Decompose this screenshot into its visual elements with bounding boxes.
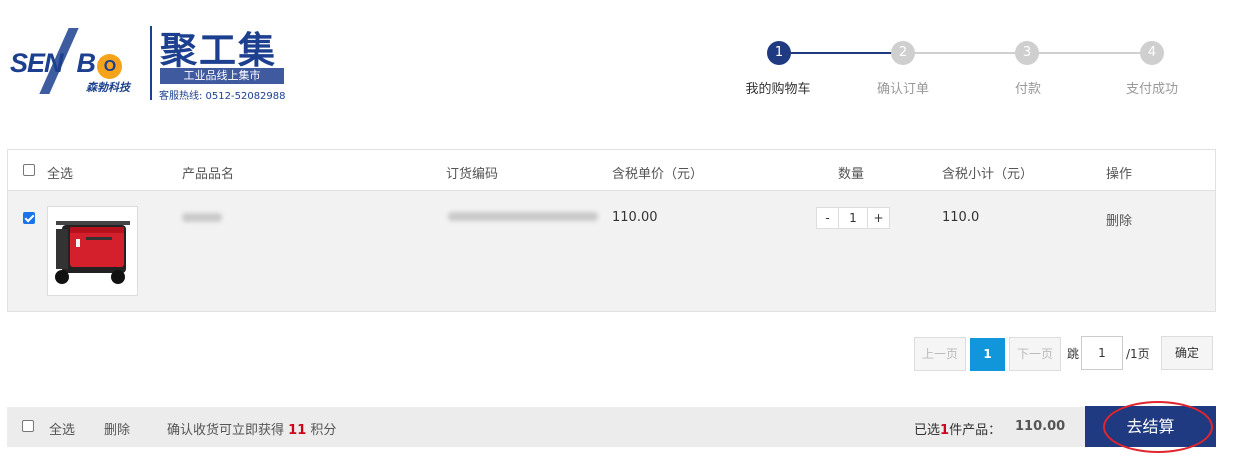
table-row: 110.00 - 1 + 110.0 删除 [8, 191, 1215, 311]
step-4-label: 支付成功 [1125, 82, 1178, 97]
generator-icon [55, 221, 130, 284]
step-3-circle: 3 [1015, 41, 1039, 65]
footer-select-all-label[interactable]: 全选 [49, 419, 75, 438]
cart-table: 全选 产品品名 订货编码 含税单价（元） 数量 含税小计（元） 操作 110.0… [7, 149, 1216, 312]
delete-link[interactable]: 删除 [1106, 210, 1132, 229]
select-all-checkbox[interactable] [23, 164, 35, 176]
highlight-ring [1103, 401, 1213, 453]
page-jump-input[interactable]: 1 [1081, 336, 1123, 370]
step-1-circle: 1 [767, 41, 791, 65]
step-connector [906, 52, 1030, 54]
column-unit-price: 含税单价（元） [612, 167, 704, 182]
page-1-button[interactable]: 1 [970, 338, 1005, 371]
order-code-blurred [448, 212, 598, 221]
points-info: 确认收货可立即获得 11 积分 [167, 419, 336, 438]
footer-delete-link[interactable]: 删除 [104, 419, 130, 438]
points-prefix: 确认收货可立即获得 [167, 423, 285, 438]
total-price: 110.00 [1015, 419, 1066, 434]
prev-page-button[interactable]: 上一页 [914, 337, 966, 371]
selected-count: 1 [940, 423, 950, 438]
qty-input[interactable]: 1 [838, 208, 868, 228]
product-image[interactable] [47, 206, 138, 296]
table-header: 全选 产品品名 订货编码 含税单价（元） 数量 含税小计（元） 操作 [8, 150, 1215, 191]
column-subtotal: 含税小计（元） [942, 167, 1034, 182]
select-all-label[interactable]: 全选 [47, 163, 73, 182]
selected-suffix: 件产品： [949, 423, 1002, 438]
footer-select-all-checkbox[interactable] [22, 420, 34, 432]
step-connector [782, 52, 906, 54]
column-order-code: 订货编码 [446, 167, 499, 182]
step-connector [1030, 52, 1154, 54]
points-suffix: 积分 [310, 423, 337, 438]
qty-plus-button[interactable]: + [868, 208, 889, 228]
step-1-label: 我的购物车 [745, 82, 811, 97]
checkout-steps: 1 2 3 4 我的购物车 确认订单 付款 支付成功 [720, 38, 1220, 98]
jump-label: 跳 [1067, 347, 1080, 361]
product-name-blurred [182, 213, 222, 222]
quantity-stepper: - 1 + [816, 207, 890, 229]
brand-tagline: 工业品线上集市 [160, 68, 284, 84]
total-pages-label: /1页 [1126, 347, 1150, 361]
selected-prefix: 已选 [914, 423, 941, 438]
logo-subtitle: 森勃科技 [86, 81, 130, 94]
next-page-button[interactable]: 下一页 [1009, 337, 1061, 371]
cart-footer: 全选 删除 确认收货可立即获得 11 积分 已选1件产品： 110.00 [7, 407, 1216, 447]
column-product-name: 产品品名 [182, 167, 235, 182]
step-3-label: 付款 [1014, 82, 1041, 97]
site-logo[interactable]: SEN B O 森勃科技 聚工集 工业品线上集市 客服热线: 0512-520829… [10, 26, 290, 102]
step-4-circle: 4 [1140, 41, 1164, 65]
row-checkbox[interactable] [23, 212, 35, 224]
unit-price: 110.00 [612, 210, 658, 225]
column-quantity: 数量 [838, 167, 865, 182]
logo-divider [150, 26, 152, 100]
column-action: 操作 [1106, 167, 1133, 182]
step-2-circle: 2 [891, 41, 915, 65]
step-2-label: 确认订单 [876, 82, 929, 97]
customer-hotline: 客服热线: 0512-52082988 [159, 91, 286, 102]
row-subtotal: 110.0 [942, 210, 980, 225]
points-value: 11 [288, 423, 307, 438]
logo-wordmark: SEN B O [10, 48, 123, 79]
qty-minus-button[interactable]: - [817, 208, 838, 228]
jump-confirm-button[interactable]: 确定 [1161, 336, 1213, 370]
brand-name: 聚工集 [160, 29, 277, 72]
selected-summary: 已选1件产品： [914, 419, 1001, 438]
